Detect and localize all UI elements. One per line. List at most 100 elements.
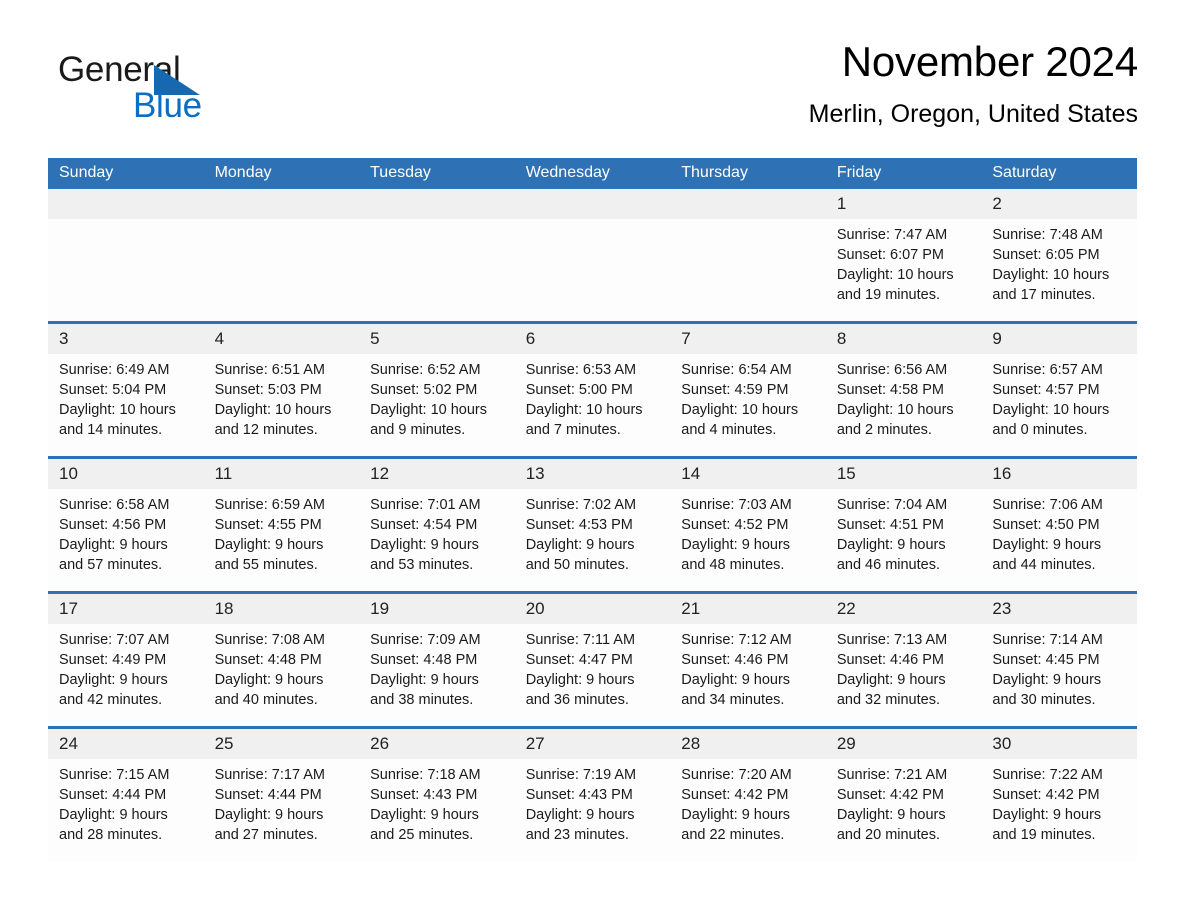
day-cell: 14 Sunrise: 7:03 AM Sunset: 4:52 PM Dayligh… <box>670 459 826 591</box>
sunrise-text: Sunrise: 7:22 AM <box>992 767 1103 783</box>
sunset-text: Sunset: 4:42 PM <box>992 787 1100 803</box>
calendar-day-cell[interactable]: 10 Sunrise: 6:58 AM Sunset: 4:56 PM Dayligh… <box>48 456 204 593</box>
day-details: Sunrise: 7:07 AM Sunset: 4:49 PM Daylight:… <box>48 624 204 710</box>
day-details: Sunrise: 7:08 AM Sunset: 4:48 PM Daylight:… <box>204 624 360 710</box>
daylight-text: Daylight: 9 hours and 20 minutes. <box>836 807 946 843</box>
calendar-day-cell[interactable] <box>203 189 360 323</box>
sunset-text: Sunset: 5:00 PM <box>525 382 633 398</box>
calendar-day-cell[interactable]: 15 Sunrise: 7:04 AM Sunset: 4:51 PM Dayligh… <box>825 456 982 593</box>
day-number: 8 <box>825 324 982 354</box>
calendar-day-cell[interactable] <box>48 189 204 323</box>
calendar-week-row: 1 Sunrise: 7:47 AM Sunset: 6:07 PM Daylight… <box>48 189 1137 323</box>
day-details: Sunrise: 6:52 AM Sunset: 5:02 PM Daylight:… <box>359 354 515 440</box>
daylight-text: Daylight: 9 hours and 34 minutes. <box>681 672 791 708</box>
day-cell: 16 Sunrise: 7:06 AM Sunset: 4:50 PM Dayligh… <box>981 459 1137 591</box>
day-details: Sunrise: 6:56 AM Sunset: 4:58 PM Daylight:… <box>826 354 982 440</box>
sunrise-text: Sunrise: 6:59 AM <box>214 497 325 513</box>
day-details: Sunrise: 7:11 AM Sunset: 4:47 PM Daylight:… <box>515 624 671 710</box>
calendar-day-cell[interactable]: 26 Sunrise: 7:18 AM Sunset: 4:43 PM Dayligh… <box>359 726 515 861</box>
day-number: 13 <box>514 459 671 489</box>
day-number: 2 <box>981 189 1137 219</box>
day-number: 25 <box>203 729 360 759</box>
weekday-header-thursday: Thursday <box>670 158 826 189</box>
calendar-day-cell[interactable]: 24 Sunrise: 7:15 AM Sunset: 4:44 PM Dayligh… <box>48 726 204 861</box>
day-cell: 18 Sunrise: 7:08 AM Sunset: 4:48 PM Dayligh… <box>203 594 360 726</box>
daylight-text: Daylight: 9 hours and 27 minutes. <box>214 807 324 843</box>
day-number: 23 <box>981 594 1137 624</box>
calendar-day-cell[interactable]: 12 Sunrise: 7:01 AM Sunset: 4:54 PM Dayligh… <box>359 456 515 593</box>
day-details: Sunrise: 7:04 AM Sunset: 4:51 PM Daylight:… <box>826 489 982 575</box>
calendar-day-cell[interactable]: 6 Sunrise: 6:53 AM Sunset: 5:00 PM Daylight… <box>514 321 671 458</box>
calendar-day-cell[interactable]: 20 Sunrise: 7:11 AM Sunset: 4:47 PM Dayligh… <box>514 591 671 728</box>
day-cell: 29 Sunrise: 7:21 AM Sunset: 4:42 PM Dayligh… <box>825 729 982 861</box>
daylight-text: Daylight: 10 hours and 12 minutes. <box>214 402 332 438</box>
calendar-day-cell[interactable]: 19 Sunrise: 7:09 AM Sunset: 4:48 PM Dayligh… <box>359 591 515 728</box>
calendar-day-cell[interactable]: 30 Sunrise: 7:22 AM Sunset: 4:42 PM Dayligh… <box>981 726 1137 861</box>
general-blue-logo[interactable]: General Blue <box>58 52 318 136</box>
sunrise-text: Sunrise: 6:57 AM <box>992 362 1103 378</box>
weekday-header-saturday: Saturday <box>981 158 1137 189</box>
calendar-week-row: 24 Sunrise: 7:15 AM Sunset: 4:44 PM Dayligh… <box>48 726 1137 861</box>
sunset-text: Sunset: 4:50 PM <box>992 517 1100 533</box>
calendar-day-cell[interactable]: 8 Sunrise: 6:56 AM Sunset: 4:58 PM Daylight… <box>825 321 982 458</box>
day-details: Sunrise: 7:01 AM Sunset: 4:54 PM Daylight:… <box>359 489 515 575</box>
calendar-day-cell[interactable]: 21 Sunrise: 7:12 AM Sunset: 4:46 PM Dayligh… <box>670 591 826 728</box>
weekday-header-wednesday: Wednesday <box>514 158 671 189</box>
page-title: November 2024 <box>841 38 1138 85</box>
calendar-day-cell[interactable]: 11 Sunrise: 6:59 AM Sunset: 4:55 PM Dayligh… <box>203 456 360 593</box>
calendar-day-cell[interactable] <box>359 189 515 323</box>
daylight-text: Daylight: 9 hours and 32 minutes. <box>836 672 946 708</box>
day-number: 28 <box>670 729 826 759</box>
calendar-day-cell[interactable]: 9 Sunrise: 6:57 AM Sunset: 4:57 PM Daylight… <box>981 321 1137 458</box>
day-number <box>359 189 515 219</box>
day-details: Sunrise: 6:57 AM Sunset: 4:57 PM Daylight:… <box>981 354 1137 440</box>
calendar-body: 1 Sunrise: 7:47 AM Sunset: 6:07 PM Daylight… <box>48 189 1137 861</box>
calendar-day-cell[interactable]: 7 Sunrise: 6:54 AM Sunset: 4:59 PM Daylight… <box>670 321 826 458</box>
calendar-day-cell[interactable]: 5 Sunrise: 6:52 AM Sunset: 5:02 PM Daylight… <box>359 321 515 458</box>
day-number: 29 <box>825 729 982 759</box>
calendar-day-cell[interactable]: 22 Sunrise: 7:13 AM Sunset: 4:46 PM Dayligh… <box>825 591 982 728</box>
calendar-day-cell[interactable]: 13 Sunrise: 7:02 AM Sunset: 4:53 PM Dayligh… <box>514 456 671 593</box>
daylight-text: Daylight: 9 hours and 48 minutes. <box>681 537 791 573</box>
daylight-text: Daylight: 9 hours and 25 minutes. <box>370 807 479 843</box>
calendar-day-cell[interactable]: 17 Sunrise: 7:07 AM Sunset: 4:49 PM Dayligh… <box>48 591 204 728</box>
daylight-text: Daylight: 9 hours and 22 minutes. <box>681 807 791 843</box>
calendar-day-cell[interactable]: 28 Sunrise: 7:20 AM Sunset: 4:42 PM Dayligh… <box>670 726 826 861</box>
sunrise-text: Sunrise: 7:47 AM <box>836 227 948 243</box>
calendar-day-cell[interactable]: 4 Sunrise: 6:51 AM Sunset: 5:03 PM Daylight… <box>203 321 360 458</box>
daylight-text: Daylight: 9 hours and 44 minutes. <box>992 537 1102 573</box>
sunrise-text: Sunrise: 7:03 AM <box>681 497 792 513</box>
calendar-day-cell[interactable] <box>670 189 826 323</box>
day-number: 26 <box>359 729 515 759</box>
sunset-text: Sunset: 4:58 PM <box>836 382 945 398</box>
day-number: 6 <box>514 324 671 354</box>
day-number <box>514 189 671 219</box>
sunrise-text: Sunrise: 7:12 AM <box>681 632 792 648</box>
calendar-day-cell[interactable]: 14 Sunrise: 7:03 AM Sunset: 4:52 PM Dayligh… <box>670 456 826 593</box>
sunrise-text: Sunrise: 7:15 AM <box>59 767 170 783</box>
calendar-day-cell[interactable]: 25 Sunrise: 7:17 AM Sunset: 4:44 PM Dayligh… <box>203 726 360 861</box>
day-cell: 19 Sunrise: 7:09 AM Sunset: 4:48 PM Dayligh… <box>359 594 515 726</box>
sunset-text: Sunset: 4:49 PM <box>59 652 167 668</box>
sunset-text: Sunset: 4:52 PM <box>681 517 789 533</box>
calendar-day-cell[interactable] <box>514 189 671 323</box>
calendar-day-cell[interactable]: 16 Sunrise: 7:06 AM Sunset: 4:50 PM Dayligh… <box>981 456 1137 593</box>
logo-text-blue: Blue <box>133 86 202 125</box>
weekday-header-friday: Friday <box>825 158 982 189</box>
calendar-day-cell[interactable]: 23 Sunrise: 7:14 AM Sunset: 4:45 PM Dayligh… <box>981 591 1137 728</box>
daylight-text: Daylight: 9 hours and 23 minutes. <box>525 807 635 843</box>
day-details: Sunrise: 6:58 AM Sunset: 4:56 PM Daylight:… <box>48 489 204 575</box>
day-details: Sunrise: 6:49 AM Sunset: 5:04 PM Daylight:… <box>48 354 204 440</box>
calendar-day-cell[interactable]: 27 Sunrise: 7:19 AM Sunset: 4:43 PM Dayligh… <box>514 726 671 861</box>
sunrise-text: Sunrise: 7:17 AM <box>214 767 325 783</box>
calendar-day-cell[interactable]: 2 Sunrise: 7:48 AM Sunset: 6:05 PM Daylight… <box>981 189 1137 323</box>
day-number: 27 <box>514 729 671 759</box>
sunrise-text: Sunrise: 6:52 AM <box>370 362 481 378</box>
calendar-day-cell[interactable]: 3 Sunrise: 6:49 AM Sunset: 5:04 PM Daylight… <box>48 321 204 458</box>
calendar-day-cell[interactable]: 1 Sunrise: 7:47 AM Sunset: 6:07 PM Daylight… <box>825 189 982 323</box>
day-cell: 20 Sunrise: 7:11 AM Sunset: 4:47 PM Dayligh… <box>514 594 671 726</box>
day-cell: 4 Sunrise: 6:51 AM Sunset: 5:03 PM Daylight… <box>203 324 360 456</box>
calendar-day-cell[interactable]: 18 Sunrise: 7:08 AM Sunset: 4:48 PM Dayligh… <box>203 591 360 728</box>
sunrise-text: Sunrise: 7:11 AM <box>525 632 636 648</box>
calendar-day-cell[interactable]: 29 Sunrise: 7:21 AM Sunset: 4:42 PM Dayligh… <box>825 726 982 861</box>
